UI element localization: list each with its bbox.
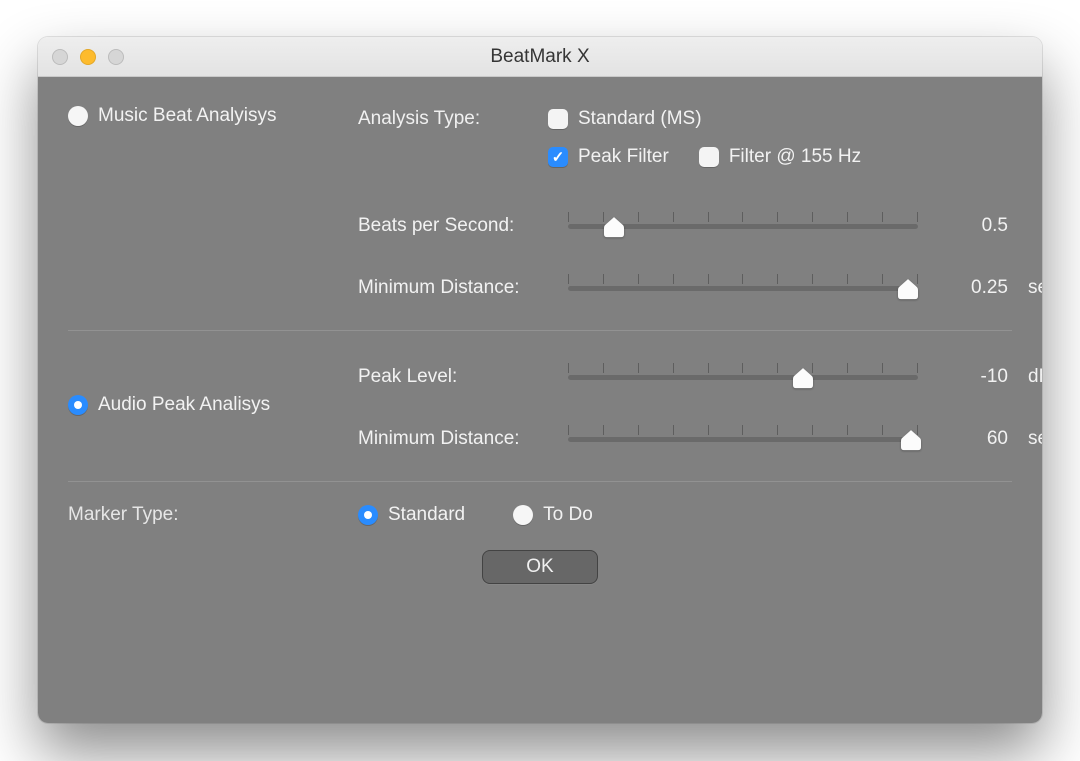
audio-peak-section: Audio Peak Analisys Peak Level: -10 dB M… <box>68 353 1012 455</box>
traffic-close-icon[interactable] <box>52 49 68 65</box>
slider-thumb-icon[interactable] <box>603 216 625 238</box>
mindist-a-slider[interactable] <box>568 272 918 304</box>
checkbox-box-icon <box>699 147 719 167</box>
ok-button[interactable]: OK <box>482 550 598 584</box>
analysis-type-label: Analysis Type: <box>358 108 548 130</box>
bps-slider[interactable] <box>568 210 918 242</box>
section-divider <box>68 330 1012 331</box>
slider-thumb-icon[interactable] <box>792 367 814 389</box>
peak-filter-checkbox-label: Peak Filter <box>578 146 669 168</box>
radio-bullet-icon <box>68 106 88 126</box>
traffic-minimize-icon[interactable] <box>80 49 96 65</box>
app-window: BeatMark X Music Beat Analyisys Analysis… <box>38 37 1042 723</box>
standard-ms-checkbox-label: Standard (MS) <box>578 108 702 130</box>
mindist-a-label: Minimum Distance: <box>358 277 548 299</box>
music-beat-section: Music Beat Analyisys Analysis Type: Stan… <box>68 105 1012 304</box>
mindist-a-unit: secs <box>1028 277 1042 299</box>
checkbox-box-icon <box>548 109 568 129</box>
radio-bullet-icon <box>68 395 88 415</box>
audio-peak-radio-label: Audio Peak Analisys <box>98 394 270 416</box>
section-divider <box>68 481 1012 482</box>
audio-peak-radio[interactable]: Audio Peak Analisys <box>68 394 270 416</box>
radio-bullet-icon <box>513 505 533 525</box>
peak-filter-checkbox[interactable]: Peak Filter <box>548 146 669 168</box>
peak-level-value: -10 <box>938 366 1008 388</box>
filter-155-checkbox-label: Filter @ 155 Hz <box>729 146 861 168</box>
music-beat-radio[interactable]: Music Beat Analyisys <box>68 105 276 127</box>
music-beat-radio-label: Music Beat Analyisys <box>98 105 276 127</box>
standard-ms-checkbox[interactable]: Standard (MS) <box>548 108 702 130</box>
marker-todo-radio[interactable]: To Do <box>513 504 593 526</box>
marker-type-label: Marker Type: <box>68 504 358 526</box>
bps-label: Beats per Second: <box>358 215 548 237</box>
mindist-b-value: 60 <box>938 428 1008 450</box>
peak-level-label: Peak Level: <box>358 366 548 388</box>
mindist-b-slider[interactable] <box>568 423 918 455</box>
mindist-a-value: 0.25 <box>938 277 1008 299</box>
filter-155-checkbox[interactable]: Filter @ 155 Hz <box>699 146 861 168</box>
bps-value: 0.5 <box>938 215 1008 237</box>
ok-button-label: OK <box>526 556 553 578</box>
traffic-zoom-icon[interactable] <box>108 49 124 65</box>
marker-todo-label: To Do <box>543 504 593 526</box>
window-title: BeatMark X <box>490 46 589 68</box>
window-traffic-lights <box>52 37 124 76</box>
slider-thumb-icon[interactable] <box>897 278 919 300</box>
mindist-b-label: Minimum Distance: <box>358 428 548 450</box>
marker-type-row: Marker Type: Standard To Do <box>68 504 1012 526</box>
checkbox-box-icon <box>548 147 568 167</box>
mindist-b-unit: secs <box>1028 428 1042 450</box>
marker-standard-radio[interactable]: Standard <box>358 504 465 526</box>
radio-bullet-icon <box>358 505 378 525</box>
dialog-body: Music Beat Analyisys Analysis Type: Stan… <box>38 77 1042 723</box>
marker-standard-label: Standard <box>388 504 465 526</box>
slider-thumb-icon[interactable] <box>900 429 922 451</box>
peak-level-slider[interactable] <box>568 361 918 393</box>
titlebar: BeatMark X <box>38 37 1042 77</box>
peak-level-unit: dB <box>1028 366 1042 388</box>
